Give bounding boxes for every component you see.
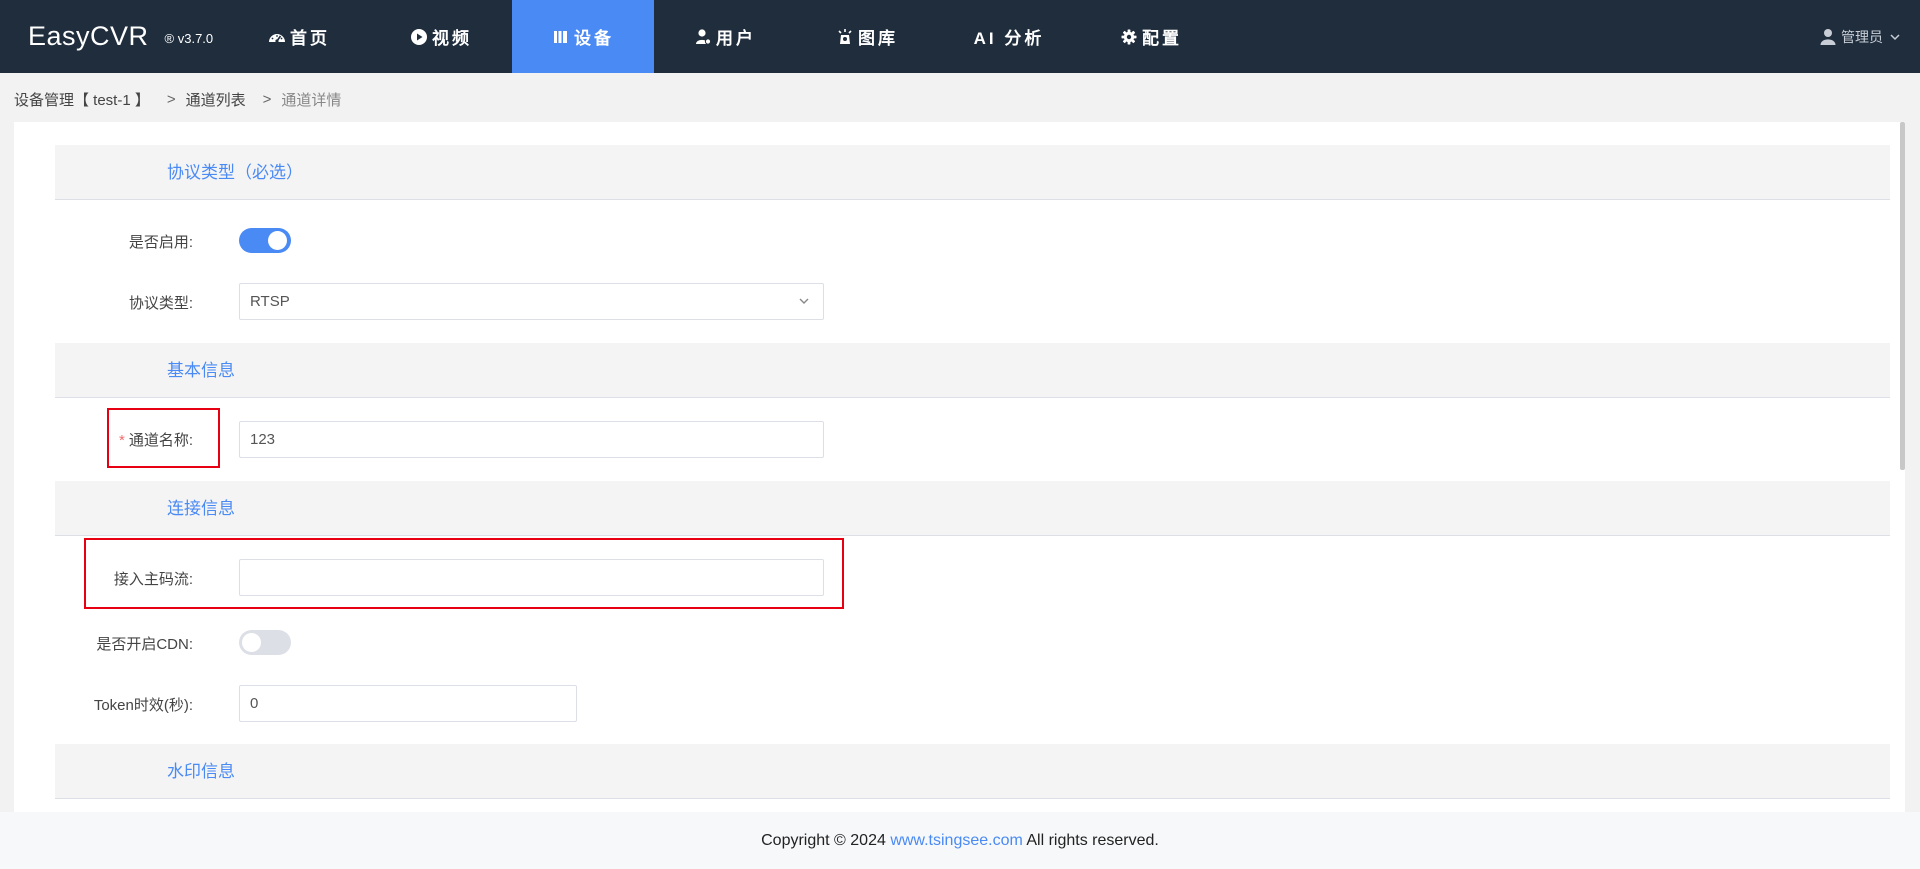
- columns-icon: [552, 28, 570, 46]
- cdn-label: 是否开启CDN:: [96, 636, 193, 653]
- section-connection: 连接信息: [55, 481, 1890, 536]
- brand: EasyCVR ® v3.7.0: [28, 0, 213, 73]
- section-title-watermark: 水印信息: [167, 762, 235, 781]
- section-title-basic: 基本信息: [167, 361, 235, 380]
- nav-item-gallery[interactable]: 图库: [796, 0, 938, 73]
- chevron-down-icon: [1890, 33, 1900, 40]
- user-icon: [1820, 29, 1836, 45]
- app-name: EasyCVR: [28, 21, 149, 51]
- app-version: ® v3.7.0: [164, 30, 214, 46]
- highlight-box-channel-name: [107, 408, 220, 468]
- gear-icon: [1120, 28, 1138, 46]
- nav-item-config[interactable]: 配置: [1080, 0, 1222, 73]
- section-watermark: 水印信息: [55, 744, 1890, 799]
- camera-icon: [836, 28, 854, 46]
- footer-link[interactable]: www.tsingsee.com: [890, 832, 1023, 849]
- token-input[interactable]: 0: [239, 685, 577, 722]
- breadcrumb-channel-list[interactable]: 通道列表: [186, 89, 246, 110]
- main-nav: 首页 视频 设备 用户 图库 AI 分析 配置: [228, 0, 1222, 73]
- nav-label: 用户: [716, 29, 756, 48]
- section-basic: 基本信息: [55, 343, 1890, 398]
- highlight-box-main-stream: [84, 538, 844, 609]
- nav-label: 图库: [858, 29, 898, 48]
- channel-name-value: 123: [250, 431, 276, 448]
- protocol-type-label: 协议类型:: [128, 295, 193, 312]
- nav-label: 设备: [574, 29, 614, 48]
- switch-knob: [242, 633, 261, 652]
- switch-knob: [268, 231, 287, 250]
- nav-label: 配置: [1142, 29, 1182, 48]
- dashboard-icon: [268, 28, 286, 46]
- section-title-connection: 连接信息: [167, 499, 235, 518]
- play-circle-icon: [410, 28, 428, 46]
- breadcrumb-separator: >: [166, 91, 176, 108]
- cdn-switch[interactable]: [239, 630, 291, 655]
- breadcrumb-device-management[interactable]: 设备管理【 test-1 】: [14, 89, 150, 110]
- enable-label: 是否启用:: [128, 234, 193, 251]
- copyright-text: Copyright © 2024: [761, 832, 886, 849]
- user-menu[interactable]: 管理员: [1820, 0, 1906, 73]
- chevron-down-icon: [799, 298, 809, 304]
- nav-label: AI 分析: [973, 29, 1045, 48]
- token-label: Token时效(秒):: [93, 697, 193, 714]
- channel-name-input[interactable]: 123: [239, 421, 824, 458]
- section-protocol: 协议类型（必选）: [55, 145, 1890, 200]
- breadcrumb: 设备管理【 test-1 】 > 通道列表 > 通道详情: [14, 89, 341, 110]
- footer: Copyright © 2024 www.tsingsee.com All ri…: [0, 812, 1920, 869]
- nav-item-ai-analysis[interactable]: AI 分析: [938, 0, 1080, 73]
- rights-text: All rights reserved.: [1026, 832, 1159, 849]
- protocol-type-value: RTSP: [250, 293, 290, 310]
- nav-label: 首页: [290, 29, 330, 48]
- nav-label: 视频: [432, 29, 472, 48]
- user-gear-icon: [694, 28, 712, 46]
- token-value: 0: [250, 695, 259, 712]
- enable-switch[interactable]: [239, 228, 291, 253]
- section-title-protocol: 协议类型（必选）: [167, 163, 303, 182]
- nav-item-video[interactable]: 视频: [370, 0, 512, 73]
- user-name: 管理员: [1841, 28, 1883, 45]
- nav-item-device[interactable]: 设备: [512, 0, 654, 73]
- breadcrumb-channel-detail: 通道详情: [281, 92, 342, 109]
- scrollbar[interactable]: [1900, 122, 1905, 470]
- protocol-type-select[interactable]: RTSP: [239, 283, 824, 320]
- channel-detail-form: 协议类型（必选） 是否启用: 协议类型: RTSP 基本信息 * 通道名称: 12…: [14, 122, 1905, 812]
- top-nav-bar: EasyCVR ® v3.7.0 首页 视频 设备 用户 图库 AI 分析 配置…: [0, 0, 1920, 73]
- nav-item-user[interactable]: 用户: [654, 0, 796, 73]
- breadcrumb-separator: >: [262, 91, 272, 108]
- nav-item-home[interactable]: 首页: [228, 0, 370, 73]
